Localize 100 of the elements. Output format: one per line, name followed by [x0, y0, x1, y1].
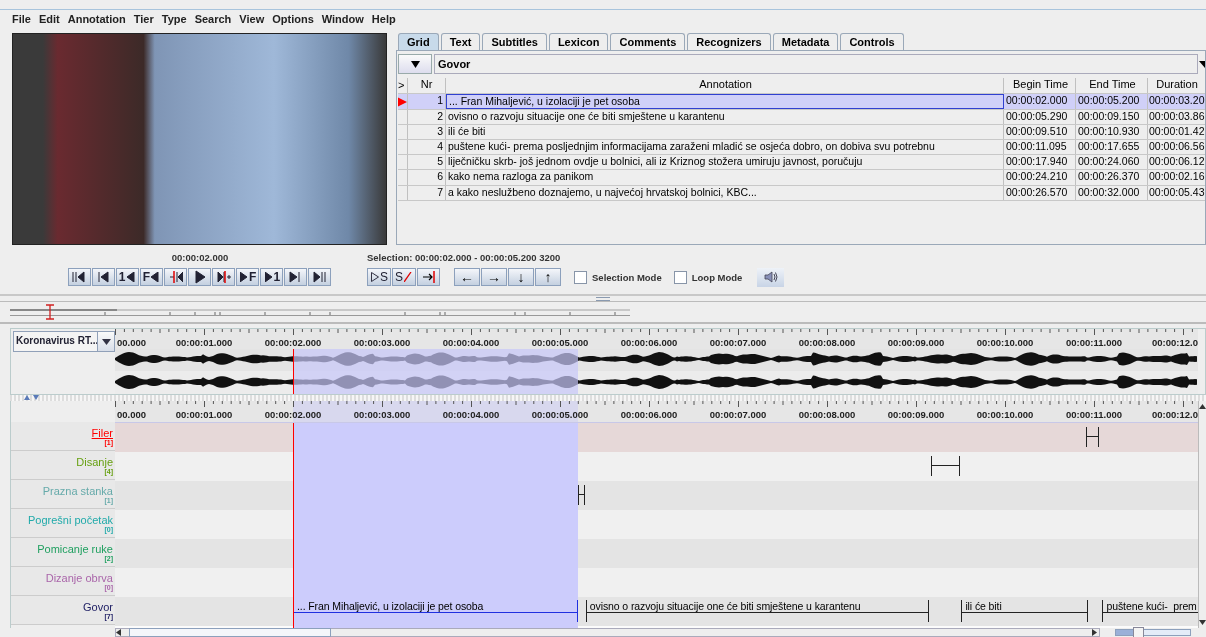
control-button[interactable] — [284, 268, 308, 287]
arrow-button[interactable]: ← — [454, 268, 481, 287]
tab[interactable]: Recognizers — [687, 33, 771, 51]
horizontal-scrollbar[interactable] — [115, 628, 1100, 637]
tab[interactable]: Metadata — [772, 33, 839, 51]
control-button[interactable]: S — [367, 268, 391, 287]
tier-name: Govor — [438, 58, 471, 71]
vertical-scrollbar[interactable] — [1198, 400, 1206, 628]
time-label: 00:00:04.000 — [442, 337, 500, 349]
next-second-icon — [264, 272, 273, 283]
dropdown-button[interactable] — [398, 54, 432, 75]
current-row-icon — [398, 95, 407, 108]
arrow-button[interactable]: → — [481, 268, 508, 287]
table-cell: 4 — [408, 140, 446, 155]
control-button[interactable] — [212, 268, 235, 287]
arrow-button[interactable]: ↑ — [535, 268, 562, 287]
table-cell: 00:00:02.000 — [1004, 94, 1076, 109]
tab[interactable]: Text — [440, 33, 481, 51]
column-header[interactable]: Duration — [1148, 78, 1205, 94]
table-cell: 00:00:24.060 — [1076, 155, 1148, 170]
table-row[interactable]: 5 liječničku skrb- još jednom ovdje u bolnici, ali iz Kriznog stožera umiruju javnost, poručuju 00:00:17.940 00:00:24.060 00:00:06.12 — [398, 155, 1205, 171]
control-button[interactable] — [188, 268, 211, 287]
menu-item[interactable]: File — [8, 13, 35, 26]
menu-item[interactable]: Type — [157, 13, 191, 26]
tier-name[interactable]: Govor — [11, 601, 113, 613]
table-row[interactable]: 4 puštene kući- prema posljednjim informacijama zaraženi mladić se osjeća dobro, on dobiva svu potrebnu 00:00:11.095 00:00:17.655 00:00:06.56 — [398, 140, 1205, 156]
annotation-marker[interactable] — [1086, 426, 1100, 447]
table-cell: 00:00:09.510 — [1004, 124, 1076, 139]
tab[interactable]: Comments — [610, 33, 686, 51]
table-row[interactable]: 1 ... Fran Mihaljević, u izolaciji je pet osoba 00:00:02.000 00:00:05.200 00:00:03.20 — [398, 94, 1205, 110]
time-label: 00:00:04.000 — [442, 408, 500, 420]
prev-frame-icon — [151, 272, 159, 283]
control-button[interactable]: 1 — [115, 268, 139, 287]
control-button[interactable]: F — [139, 268, 163, 287]
collapse-arrows-icon — [24, 395, 40, 401]
table-cell: 00:00:05.43 — [1148, 185, 1205, 200]
checkbox[interactable] — [574, 270, 588, 284]
current-time: 00:00:02.000 — [171, 251, 229, 265]
column-header[interactable]: Begin Time — [1004, 78, 1076, 94]
control-button[interactable] — [164, 268, 187, 287]
checkbox[interactable] — [673, 270, 687, 284]
tab[interactable]: Grid — [398, 33, 439, 51]
control-button[interactable]: F — [236, 268, 260, 287]
table-row[interactable]: 6 kako nema razloga za panikom 00:00:24.210 00:00:26.370 00:00:02.16 — [398, 170, 1205, 186]
table-cell: 7 — [408, 185, 446, 200]
prev-second-icon — [126, 272, 135, 283]
time-label: 00:00:10.000 — [976, 337, 1034, 349]
table-cell: 00:00:09.150 — [1076, 109, 1148, 124]
annotation[interactable]: ovisno o razvoju situacije one će biti smještene u karantenu — [585, 599, 930, 622]
table-cell: 1 — [408, 94, 446, 109]
checkbox-label: Loop Mode — [691, 271, 743, 283]
menu-item[interactable]: Search — [190, 13, 236, 26]
tab[interactable]: Lexicon — [548, 33, 609, 51]
zoom-slider[interactable] — [1115, 629, 1191, 636]
scroll-thumb[interactable] — [129, 628, 331, 637]
menu-item[interactable]: Options — [268, 13, 318, 26]
control-button[interactable] — [67, 268, 91, 287]
table-cell: puštene kući- prema posljednjim informacijama zaraženi mladić se osjeća dobro, on dobiva svu potrebnu — [446, 140, 1004, 155]
scroll-up-icon — [1199, 403, 1206, 409]
column-header[interactable]: Annotation — [446, 78, 1004, 94]
menu-item[interactable]: Annotation — [63, 13, 130, 26]
tab[interactable]: Controls — [840, 33, 904, 51]
time-label: 00:00:11.000 — [1066, 408, 1122, 420]
scroll-left-icon — [116, 629, 121, 636]
annotation[interactable]: puštene kući- prem — [1102, 599, 1198, 622]
tab[interactable]: Subtitles — [482, 33, 547, 51]
menu-item[interactable]: Tier — [129, 13, 158, 26]
annotation[interactable]: ili će biti — [961, 599, 1088, 622]
checkbox-label: Selection Mode — [592, 271, 662, 283]
time-label: 00:00:09.000 — [887, 337, 945, 349]
time-label: 00:00:01.000 — [175, 337, 233, 349]
tier-select[interactable]: Govor — [434, 54, 1198, 75]
menu-item[interactable]: Window — [317, 13, 368, 26]
menu-item[interactable]: View — [235, 13, 269, 26]
table-cell: ovisno o razvoju situacije one će biti smještene u karantenu — [446, 109, 1004, 124]
media-select[interactable]: Koronavirus RT... — [13, 331, 115, 353]
table-cell: 00:00:01.42 — [1148, 124, 1205, 139]
table-cell: ili će biti — [446, 124, 1004, 139]
column-header[interactable]: End Time — [1076, 78, 1148, 94]
menu-item[interactable]: Help — [367, 13, 400, 26]
arrow-button[interactable]: ↓ — [508, 268, 535, 287]
control-button[interactable] — [308, 268, 332, 287]
table-cell: 00:00:17.655 — [1076, 140, 1148, 155]
control-button[interactable]: 1 — [260, 268, 284, 287]
time-label: 00:00:10.000 — [976, 408, 1034, 420]
time-label: 00:00:12.0 — [1152, 408, 1198, 420]
table-cell: 00:00:03.86 — [1148, 109, 1205, 124]
volume-button[interactable] — [757, 267, 785, 287]
menu-item[interactable]: Edit — [34, 13, 64, 26]
column-header[interactable]: Nr — [408, 78, 446, 94]
slash-icon — [404, 272, 413, 283]
table-cell: a kako neslužbeno doznajemo, u najvećoj hrvatskoj bolnici, KBC... — [446, 185, 1004, 200]
column-header[interactable]: > — [398, 78, 408, 94]
annotation-marker[interactable] — [931, 455, 960, 476]
table-cell-text: 00:00:06.56 — [1148, 140, 1205, 154]
control-button[interactable] — [91, 268, 115, 287]
table-cell: 2 — [408, 109, 446, 124]
annotation-marker[interactable] — [577, 484, 585, 505]
control-button[interactable]: S — [392, 268, 417, 287]
time-label: 00:00:02.000 — [264, 408, 322, 420]
